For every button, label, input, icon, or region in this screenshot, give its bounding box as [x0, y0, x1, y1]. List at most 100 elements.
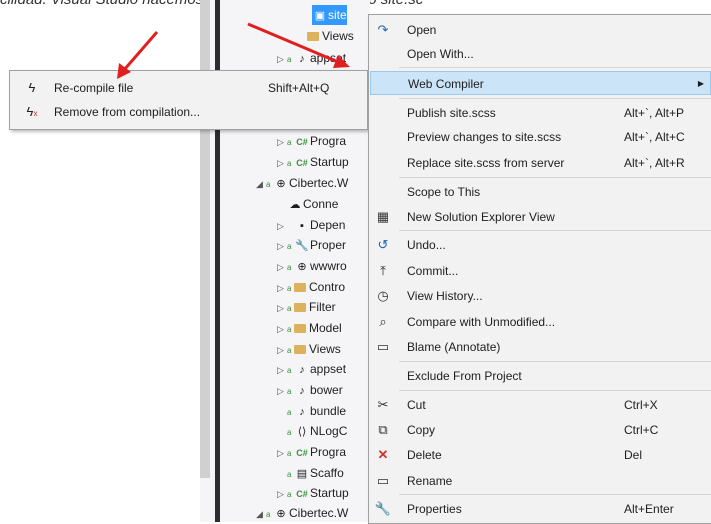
expand-icon: ▷: [277, 324, 284, 334]
tree-item[interactable]: a ⟨⟩ NLogC: [287, 421, 347, 441]
tree-item[interactable]: ▷ a ♪ bower: [277, 380, 343, 400]
connected-services-icon: ☁: [289, 199, 301, 211]
folder-icon: [294, 324, 306, 334]
tree-item[interactable]: ▷ a ♪ appset: [277, 48, 346, 68]
tree-item[interactable]: ▷ a C# Progra: [277, 131, 346, 151]
menu-exclude-from-project[interactable]: Exclude From Project: [370, 364, 711, 388]
globe-icon: ⊕: [297, 261, 307, 273]
folder-icon: [294, 283, 306, 293]
web-compiler-submenu: ϟ Re-compile file Shift+Alt+Q ϟx Remove …: [9, 70, 368, 130]
expand-icon: ▷: [277, 137, 284, 147]
menu-commit[interactable]: ⤒ Commit...: [370, 259, 711, 283]
lock-icon: a: [287, 449, 292, 458]
tree-item-project[interactable]: ◢ a ⊕ Cibertec.W: [256, 503, 348, 522]
wrench-icon: 🔧: [295, 240, 309, 252]
expand-icon: ▷: [277, 283, 284, 293]
menu-preview-changes[interactable]: Preview changes to site.scss Alt+`, Alt+…: [370, 125, 711, 149]
open-icon: ↷: [377, 22, 389, 37]
menu-cut[interactable]: ✂ Cut Ctrl+X: [370, 393, 711, 417]
menu-open[interactable]: ↷ Open: [370, 18, 711, 42]
text-file-icon: ▤: [296, 468, 308, 480]
csharp-icon: C#: [296, 137, 308, 147]
menu-copy[interactable]: ⧉ Copy Ctrl+C: [370, 418, 711, 442]
tree-item[interactable]: Views: [290, 26, 354, 46]
csharp-icon: C#: [296, 489, 308, 499]
rename-icon: ▭: [376, 473, 390, 488]
copy-icon: ⧉: [378, 422, 388, 437]
tree-item[interactable]: ▷ a C# Startup: [277, 483, 349, 503]
lock-icon: a: [287, 470, 292, 479]
menu-blame[interactable]: ▭ Blame (Annotate): [370, 335, 711, 359]
menu-open-with[interactable]: Open With...: [370, 42, 711, 66]
dependencies-icon: ▪: [300, 220, 304, 232]
tree-item[interactable]: a ▤ Scaffo: [287, 463, 344, 483]
tree-item[interactable]: ▷ a Views: [277, 339, 341, 359]
menu-properties[interactable]: 🔧 Properties Alt+Enter: [370, 497, 711, 521]
expand-icon: ▷: [277, 262, 284, 272]
menu-view-history[interactable]: ◷ View History...: [370, 284, 711, 308]
tree-item[interactable]: ▷ a 🔧Proper: [277, 235, 346, 255]
lock-icon: a: [287, 138, 292, 147]
menu-delete[interactable]: ✕ Delete Del: [370, 443, 711, 467]
menu-new-explorer-view[interactable]: ▦ New Solution Explorer View: [370, 205, 711, 229]
json-file-icon: ♪: [299, 53, 305, 65]
expand-icon: ▷: [277, 489, 284, 499]
remove-from-compilation-item[interactable]: ϟx Remove from compilation...: [10, 100, 367, 124]
expand-icon: ▷: [277, 303, 284, 313]
tree-item[interactable]: a ♪ bundle: [287, 401, 346, 421]
expand-icon: ▷: [277, 158, 284, 168]
history-icon: ◷: [377, 288, 389, 303]
menu-replace-from-server[interactable]: Replace site.scss from server Alt+`, Alt…: [370, 151, 711, 175]
lightning-remove-icon: ϟx: [26, 104, 38, 119]
tree-item[interactable]: ▷ a Filter: [277, 297, 336, 317]
tree-item[interactable]: ▷ a C# Startup: [277, 152, 349, 172]
tree-item[interactable]: ☁ Conne: [287, 194, 339, 214]
lightning-icon: ϟ: [28, 80, 36, 95]
json-file-icon: ♪: [299, 385, 305, 397]
cut-icon: ✂: [377, 397, 389, 412]
menu-web-compiler[interactable]: Web Compiler ▶: [370, 71, 711, 95]
expand-icon: ▷: [277, 345, 284, 355]
csharp-icon: C#: [296, 448, 308, 458]
tree-item[interactable]: ▷ ▪ Depen: [277, 215, 345, 235]
web-project-icon: ⊕: [276, 508, 286, 520]
lock-icon: a: [287, 408, 292, 417]
lock-icon: a: [287, 263, 292, 272]
lock-icon: a: [287, 284, 292, 293]
menu-compare-unmodified[interactable]: ⌕ Compare with Unmodified...: [370, 310, 711, 334]
lock-icon: a: [287, 346, 292, 355]
collapse-icon: ◢: [256, 509, 263, 519]
expand-icon: ▷: [277, 365, 284, 375]
menu-scope-to-this[interactable]: Scope to This: [370, 180, 711, 204]
collapse-icon: ◢: [256, 179, 263, 189]
web-project-icon: ⊕: [276, 178, 286, 190]
tree-item[interactable]: ▷ a C# Progra: [277, 442, 346, 462]
tree-item[interactable]: ▷ a ♪ appset: [277, 359, 346, 379]
recompile-file-item[interactable]: ϟ Re-compile file Shift+Alt+Q: [10, 76, 367, 100]
context-menu: ↷ Open Open With... Web Compiler ▶ Publi…: [368, 14, 711, 524]
tree-item[interactable]: ▷ a ⊕ wwwro: [277, 256, 347, 276]
menu-rename[interactable]: ▭ Rename: [370, 469, 711, 493]
lock-icon: a: [266, 510, 271, 519]
tree-item-site-scss[interactable]: ▣ site: [312, 5, 347, 25]
lock-icon: a: [266, 180, 271, 189]
config-file-icon: ⟨⟩: [297, 426, 307, 438]
menu-publish[interactable]: Publish site.scss Alt+`, Alt+P: [370, 101, 711, 125]
tree-item[interactable]: ▷ a Contro: [277, 277, 345, 297]
menu-undo[interactable]: ↺ Undo...: [370, 233, 711, 257]
lock-icon: a: [287, 159, 292, 168]
lock-icon: a: [287, 387, 292, 396]
lock-icon: a: [287, 55, 292, 64]
lock-icon: a: [287, 242, 292, 251]
tree-item-project[interactable]: ◢ a ⊕ Cibertec.W: [256, 173, 348, 193]
submenu-arrow-icon: ▶: [697, 79, 704, 88]
expand-icon: ▷: [277, 386, 284, 396]
lock-icon: a: [287, 428, 292, 437]
tree-item[interactable]: ▷ a Model: [277, 318, 342, 338]
lock-icon: a: [287, 304, 292, 313]
json-file-icon: ♪: [299, 364, 305, 376]
folder-icon: [294, 303, 306, 313]
folder-icon: [307, 32, 319, 42]
blame-icon: ▭: [376, 339, 390, 354]
scss-file-icon: ▣: [314, 10, 326, 22]
